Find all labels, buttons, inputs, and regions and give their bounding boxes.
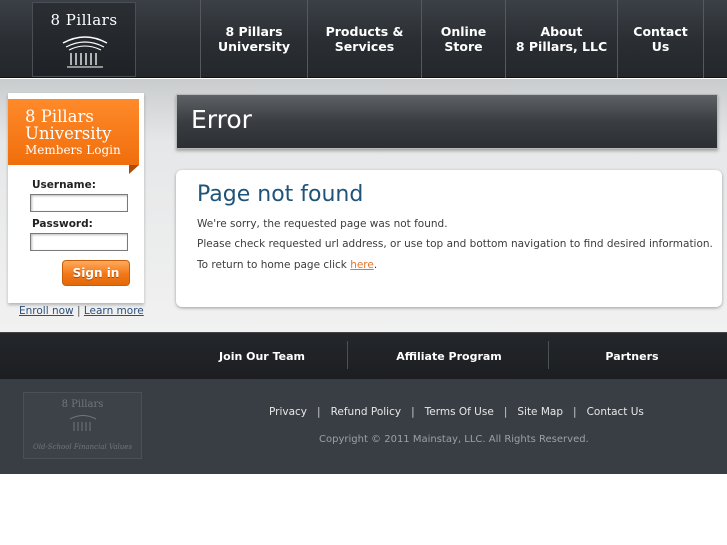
footer-links: Privacy | Refund Policy | Terms Of Use | Site … bbox=[269, 406, 644, 418]
site-header: 8 Pillars 8 Pillars University Products … bbox=[0, 0, 727, 78]
login-title-line3: Members Login bbox=[25, 143, 121, 157]
site-logo[interactable]: 8 Pillars bbox=[32, 2, 136, 77]
learn-more-link[interactable]: Learn more bbox=[84, 305, 144, 317]
site-map-link[interactable]: Site Map bbox=[517, 406, 563, 418]
nav-about[interactable]: About 8 Pillars, LLC bbox=[505, 0, 617, 78]
privacy-link[interactable]: Privacy bbox=[269, 406, 307, 418]
password-input[interactable] bbox=[30, 233, 128, 251]
footer-separator: | bbox=[317, 406, 321, 418]
login-links-separator: | bbox=[76, 305, 81, 317]
footer-logo[interactable]: 8 Pillars Old-School Financial Values bbox=[23, 392, 142, 459]
username-label: Username: bbox=[32, 179, 96, 191]
enroll-now-link[interactable]: Enroll now bbox=[19, 305, 74, 317]
login-links: Enroll now | Learn more bbox=[19, 305, 144, 317]
error-heading: Page not found bbox=[197, 182, 364, 207]
footer-separator: | bbox=[503, 406, 508, 418]
nav-online-store[interactable]: Online Store bbox=[421, 0, 505, 78]
login-title-line1: 8 Pillars bbox=[25, 107, 94, 126]
password-label: Password: bbox=[32, 218, 93, 230]
main-nav: 8 Pillars University Products & Services… bbox=[200, 0, 727, 78]
nav-products-services[interactable]: Products & Services bbox=[307, 0, 421, 78]
username-input[interactable] bbox=[30, 194, 128, 212]
home-page-link[interactable]: here bbox=[350, 259, 374, 271]
login-title-line2: University bbox=[25, 124, 112, 143]
affiliate-program-link[interactable]: Affiliate Program bbox=[390, 333, 508, 379]
refund-policy-link[interactable]: Refund Policy bbox=[331, 406, 402, 418]
error-message-line2: Please check requested url address, or u… bbox=[197, 238, 713, 250]
footer-logo-tagline: Old-School Financial Values bbox=[32, 443, 133, 451]
error-message-line1: We're sorry, the requested page was not … bbox=[197, 218, 448, 230]
pillars-icon bbox=[62, 36, 108, 68]
footer-separator: | bbox=[573, 406, 577, 418]
nav-divider-end bbox=[703, 0, 727, 78]
nav-contact[interactable]: Contact Us bbox=[617, 0, 703, 78]
subnav-divider bbox=[347, 341, 348, 369]
message-panel: Page not found We're sorry, the requeste… bbox=[176, 170, 722, 307]
members-login-box: 8 Pillars University Members Login Usern… bbox=[8, 93, 144, 303]
page-title-bar: Error bbox=[176, 94, 718, 149]
terms-of-use-link[interactable]: Terms Of Use bbox=[425, 406, 494, 418]
page-title: Error bbox=[191, 105, 252, 134]
sign-in-button[interactable]: Sign in bbox=[62, 260, 130, 286]
home-link-suffix: . bbox=[373, 259, 378, 271]
partners-link[interactable]: Partners bbox=[596, 333, 668, 379]
subnav-divider bbox=[548, 341, 549, 369]
secondary-nav: Join Our Team Affiliate Program Partners bbox=[0, 332, 727, 379]
footer-separator: | bbox=[411, 406, 415, 418]
footer-contact-link[interactable]: Contact Us bbox=[587, 406, 644, 418]
error-message-line3: To return to home page click here. bbox=[197, 259, 377, 271]
login-header: 8 Pillars University Members Login bbox=[8, 99, 139, 165]
nav-university[interactable]: 8 Pillars University bbox=[200, 0, 307, 78]
join-our-team-link[interactable]: Join Our Team bbox=[200, 333, 324, 379]
site-footer: 8 Pillars Old-School Financial Values Pr… bbox=[0, 379, 727, 474]
copyright-text: Copyright © 2011 Mainstay, LLC. All Righ… bbox=[319, 434, 589, 445]
home-link-prefix: To return to home page click bbox=[197, 259, 351, 271]
login-header-fold bbox=[129, 165, 139, 174]
